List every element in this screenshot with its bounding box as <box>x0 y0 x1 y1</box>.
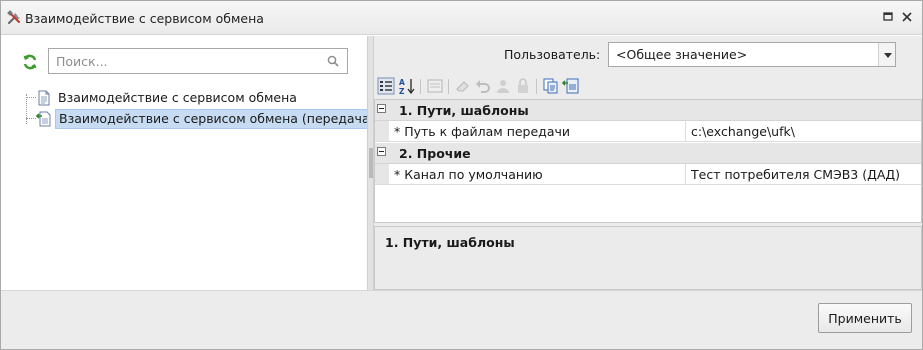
tools-icon <box>7 10 23 26</box>
splitter-grip[interactable] <box>369 148 373 178</box>
document-transfer-icon <box>35 111 52 127</box>
collapse-icon[interactable] <box>377 104 386 113</box>
tree-connector <box>26 97 36 98</box>
tree-item-exchange[interactable]: Взаимодействие с сервисом обмена <box>36 88 336 108</box>
button-bar: Применить <box>1 290 922 349</box>
title-bar[interactable]: Взаимодействие с сервисом обмена <box>1 1 922 35</box>
maximize-icon[interactable] <box>881 10 895 24</box>
category-label: 2. Прочие <box>399 146 471 161</box>
eraser-icon[interactable] <box>454 77 472 95</box>
property-name: * Канал по умолчанию <box>394 167 543 182</box>
property-value[interactable]: Тест потребителя СМЭВ3 (ДАД) <box>691 167 900 182</box>
document-icon <box>36 90 52 106</box>
category-label: 1. Пути, шаблоны <box>399 103 529 118</box>
tree-item-exchange-transfer[interactable]: Взаимодействие с сервисом обмена (переда… <box>35 109 379 129</box>
description-panel: 1. Пути, шаблоны <box>374 226 922 290</box>
user-select[interactable]: <Общее значение> <box>608 42 896 67</box>
tree-item-label: Взаимодействие с сервисом обмена (переда… <box>55 109 379 129</box>
collapse-icon[interactable] <box>377 147 386 156</box>
undo-icon[interactable] <box>474 77 492 95</box>
property-value[interactable]: c:\exchange\ufk\ <box>691 124 795 139</box>
close-icon[interactable] <box>900 10 914 24</box>
category-row[interactable]: 1. Пути, шаблоны <box>375 100 921 121</box>
property-row[interactable]: * Путь к файлам передачи c:\exchange\ufk… <box>375 121 921 142</box>
apply-button[interactable]: Применить <box>818 303 912 333</box>
toolbar-separator <box>536 79 537 94</box>
description-title: 1. Пути, шаблоны <box>385 235 515 250</box>
paste-transfer-icon[interactable] <box>561 77 580 95</box>
column-divider[interactable] <box>685 121 686 141</box>
svg-text:Z: Z <box>399 87 405 95</box>
svg-text:A: A <box>399 78 405 87</box>
chevron-down-icon[interactable] <box>878 43 895 66</box>
properties-pane: Пользователь: <Общее значение> A Z 1. Пу… <box>374 36 922 290</box>
tree-connector <box>26 118 36 119</box>
toolbar-separator <box>448 79 449 94</box>
property-row[interactable]: * Канал по умолчанию Тест потребителя СМ… <box>375 164 921 185</box>
lock-icon[interactable] <box>514 77 532 95</box>
navigation-pane: Взаимодействие с сервисом обмена Взаимод… <box>4 36 379 290</box>
tree-item-label: Взаимодействие с сервисом обмена <box>58 90 297 105</box>
user-select-value: <Общее значение> <box>616 47 748 62</box>
row-gutter <box>375 164 389 184</box>
user-settings-icon[interactable] <box>494 77 512 95</box>
property-name: * Путь к файлам передачи <box>394 124 570 139</box>
category-row[interactable]: 2. Прочие <box>375 143 921 164</box>
categorized-view-icon[interactable] <box>377 77 395 95</box>
property-pages-icon[interactable] <box>426 77 444 95</box>
pane-splitter[interactable] <box>367 36 374 290</box>
copy-icon[interactable] <box>542 77 560 95</box>
search-box <box>48 48 348 74</box>
refresh-icon[interactable] <box>21 53 39 71</box>
column-divider[interactable] <box>685 164 686 184</box>
row-gutter <box>375 121 389 141</box>
property-toolbar: A Z <box>374 77 922 97</box>
sort-alphabetical-icon[interactable]: A Z <box>398 77 416 96</box>
window-title: Взаимодействие с сервисом обмена <box>25 11 264 26</box>
search-input[interactable] <box>49 49 319 73</box>
property-grid: 1. Пути, шаблоны * Путь к файлам передач… <box>374 99 922 223</box>
user-label: Пользователь: <box>504 47 601 62</box>
search-icon[interactable] <box>327 55 339 67</box>
dialog-window: Взаимодействие с сервисом обмена Поиск..… <box>0 0 923 350</box>
toolbar-separator <box>420 79 421 94</box>
